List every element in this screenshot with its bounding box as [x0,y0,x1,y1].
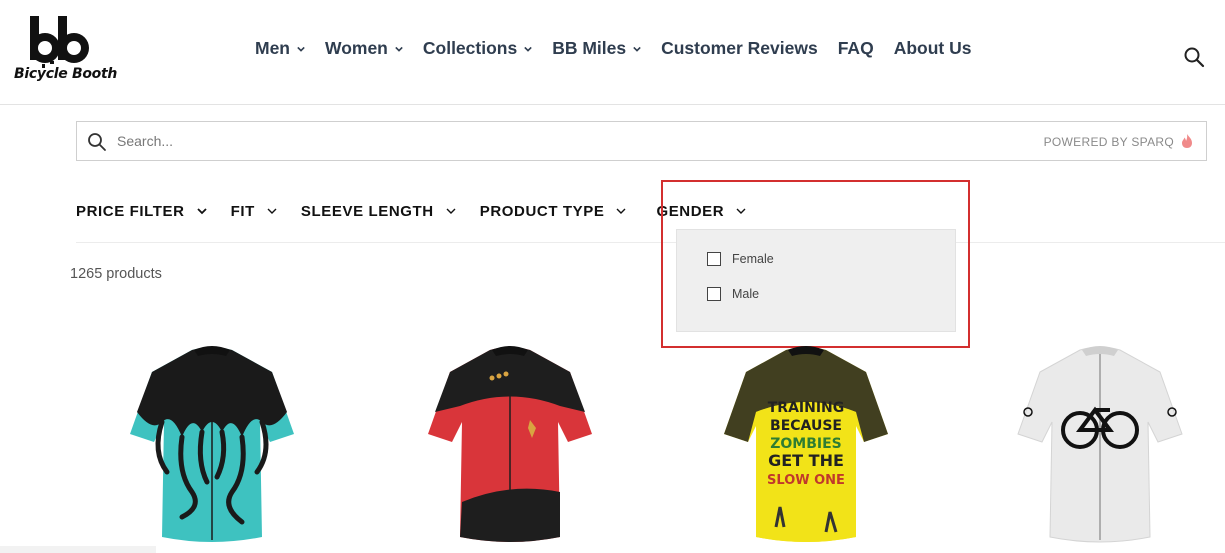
jersey-print-line: GET THE [768,451,844,470]
filter-sleeve-length[interactable]: SLEEVE LENGTH [301,203,456,220]
filter-label: SLEEVE LENGTH [300,203,434,220]
checkbox[interactable] [707,252,721,266]
chevron-down-icon [267,208,277,214]
chevron-down-icon [524,46,532,52]
teal-octopus-jersey-icon [130,346,294,542]
nav-label: Women [325,38,388,58]
filter-price[interactable]: PRICE FILTER [76,203,207,220]
product-count: 1265 products [70,266,162,282]
nav-label: BB Miles [552,38,627,58]
yellow-zombie-jersey-icon: TRAINING BECAUSE ZOMBIES GET THE SLOW ON… [724,346,888,542]
chevron-down-icon [633,46,641,52]
option-label: Female [732,252,774,266]
jersey-print-line: ZOMBIES [770,436,842,452]
product-card[interactable] [420,342,600,547]
chevron-down-icon [446,208,456,214]
nav-label: FAQ [837,38,874,58]
filter-label: PRODUCT TYPE [479,203,605,220]
product-card[interactable]: TRAINING BECAUSE ZOMBIES GET THE SLOW ON… [716,342,896,547]
filter-product-type[interactable]: PRODUCT TYPE [480,203,627,220]
white-bicycle-jersey-icon [1017,346,1183,543]
chevron-down-icon [736,208,746,214]
nav-item-men[interactable]: Men [255,38,305,59]
chevron-down-icon [616,208,626,214]
filter-gender[interactable]: GENDER [656,203,746,220]
chevron-down-icon [297,46,305,52]
product-card[interactable] [1010,342,1190,547]
nav-label: About Us [893,38,972,58]
search-icon[interactable] [1183,46,1205,68]
nav-item-collections[interactable]: Collections [423,38,532,59]
brand-name: Bicycle Booth [14,66,118,82]
filter-label: GENDER [656,203,725,220]
filter-divider [76,242,1225,243]
nav-item-bb-miles[interactable]: BB Miles [552,38,641,59]
nav-item-about-us[interactable]: About Us [894,38,972,59]
nav-item-faq[interactable]: FAQ [838,38,874,59]
filter-bar: PRICE FILTER FIT SLEEVE LENGTH PRODUCT T… [76,203,770,220]
gender-option-male[interactable]: Male [707,287,759,301]
gender-dropdown-panel: Female Male [676,229,956,332]
scroll-indicator [0,546,156,553]
nav-item-women[interactable]: Women [325,38,403,59]
search-icon [88,133,106,151]
nav-label: Collections [422,38,518,58]
checkbox[interactable] [707,287,721,301]
main-nav: Men Women Collections BB Miles Customer … [255,38,991,59]
flame-icon [1182,134,1192,148]
jersey-print-line: SLOW ONE [767,473,845,488]
nav-label: Men [255,38,290,58]
chevron-down-icon [196,208,207,215]
product-card[interactable] [122,342,302,547]
chevron-down-icon [395,46,403,52]
nav-item-customer-reviews[interactable]: Customer Reviews [661,38,818,59]
gender-option-female[interactable]: Female [707,252,774,266]
nav-label: Customer Reviews [661,38,818,58]
filter-label: PRICE FILTER [76,203,185,220]
filter-fit[interactable]: FIT [231,203,277,220]
search-input[interactable] [117,128,917,154]
site-header: Bicycle Booth Men Women Collections BB M… [0,0,1225,105]
powered-by-label: POWERED BY SPARQ [1043,135,1174,149]
jersey-print-line: TRAINING [768,400,845,416]
red-black-starfleet-jersey-icon [428,346,592,542]
filter-label: FIT [230,203,255,220]
product-search-bar: POWERED BY SPARQ [76,121,1207,161]
jersey-print-line: BECAUSE [770,418,842,434]
option-label: Male [732,287,760,301]
